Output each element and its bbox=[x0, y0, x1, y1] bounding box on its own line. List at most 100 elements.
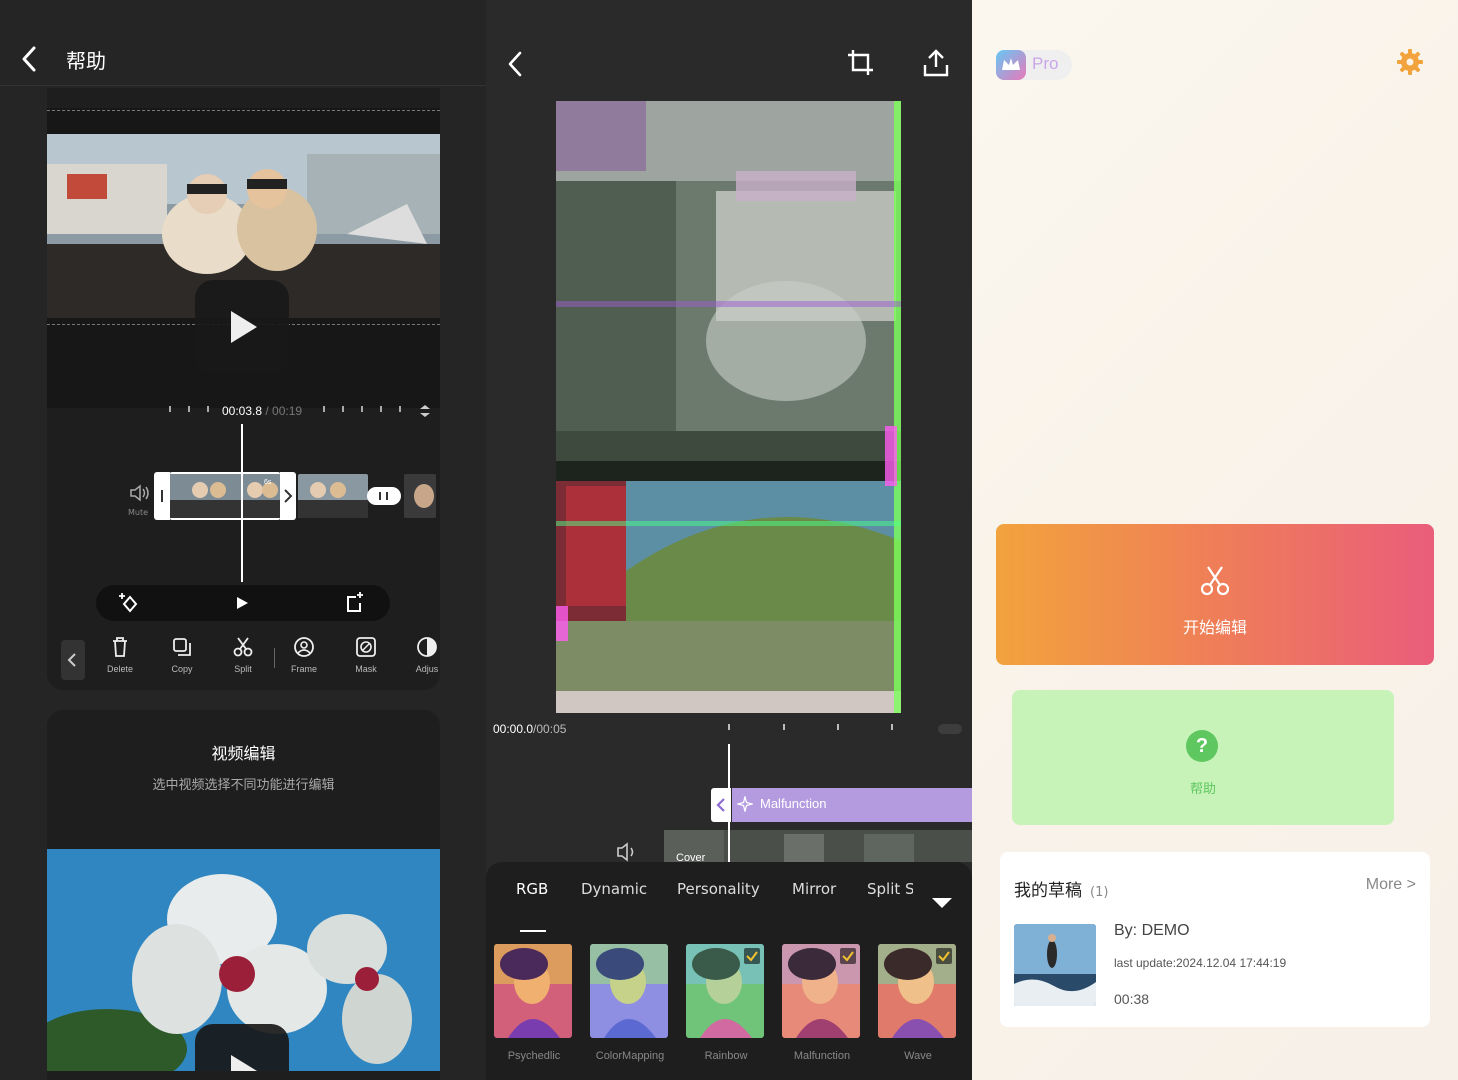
pro-label: Pro bbox=[1032, 54, 1059, 73]
speaker-icon[interactable] bbox=[616, 842, 640, 862]
total-time: / 00:19 bbox=[265, 404, 303, 418]
filter-label: ColorMapping bbox=[595, 1050, 665, 1062]
effect-editor-panel: 00:00.0/00:05 Malfunction Cover RGB Dyna… bbox=[486, 0, 972, 1080]
current-time: 00:00.0 bbox=[493, 722, 534, 736]
transition-button[interactable] bbox=[367, 487, 401, 505]
tool-label: Frame bbox=[290, 664, 317, 674]
video-preview[interactable] bbox=[47, 108, 440, 408]
draft-updated: last update:2024.12.04 17:44:19 bbox=[1114, 956, 1287, 970]
gear-icon[interactable] bbox=[1396, 48, 1424, 76]
ruler-tick bbox=[361, 406, 363, 412]
draft-thumbnail[interactable] bbox=[1014, 924, 1096, 1006]
filter-colormapping[interactable]: ColorMapping bbox=[590, 944, 670, 1062]
play-icon bbox=[231, 1055, 257, 1071]
start-edit-button[interactable]: 开始编辑 bbox=[996, 524, 1434, 665]
drafts-title-text: 我的草稿 bbox=[1014, 881, 1082, 901]
adjust-button[interactable]: Adjus bbox=[397, 636, 440, 674]
play-icon[interactable] bbox=[237, 597, 248, 609]
tool-label: Delete bbox=[106, 664, 133, 674]
tool-label: Split bbox=[234, 664, 252, 674]
tool-label: Copy bbox=[171, 664, 193, 674]
mask-icon bbox=[356, 637, 376, 657]
speaker-icon[interactable] bbox=[129, 484, 151, 502]
clip-thumbnail[interactable] bbox=[298, 474, 368, 518]
tool-label: Adjus bbox=[415, 664, 439, 674]
playhead[interactable] bbox=[241, 424, 243, 582]
total-time: /00:05 bbox=[533, 722, 567, 736]
filter-label: Malfunction bbox=[793, 1050, 851, 1062]
start-edit-label: 开始编辑 bbox=[1182, 618, 1247, 637]
video-edit-help-card: 视频编辑 选中视频选择不同功能进行编辑 bbox=[47, 710, 440, 1080]
frame-icon bbox=[294, 637, 314, 657]
toolbar-back-button[interactable] bbox=[61, 640, 85, 680]
play-button[interactable] bbox=[195, 280, 289, 374]
trim-handle-right[interactable] bbox=[280, 472, 296, 520]
help-button[interactable]: ? 帮助 bbox=[1012, 690, 1394, 825]
rotate-add-icon[interactable] bbox=[342, 591, 366, 615]
delete-button[interactable]: Delete bbox=[90, 636, 150, 674]
filter-thumbnail bbox=[878, 944, 956, 1038]
play-button[interactable] bbox=[195, 1024, 289, 1071]
ruler-tick bbox=[728, 724, 730, 730]
filter-psychedlic[interactable]: Psychedlic bbox=[494, 944, 574, 1062]
back-arrow-icon[interactable] bbox=[506, 50, 524, 78]
draft-duration: 00:38 bbox=[1114, 991, 1150, 1007]
clip-thumbnail[interactable] bbox=[404, 474, 436, 518]
clip-toolbar: Delete Copy Split Frame Mask Adjus bbox=[47, 636, 440, 690]
filter-thumbnail bbox=[782, 944, 860, 1038]
current-time: 00:03.8 bbox=[222, 404, 263, 418]
glitch-preview[interactable] bbox=[556, 101, 901, 713]
ruler-tick bbox=[891, 724, 893, 730]
tab-rgb[interactable]: RGB bbox=[516, 880, 548, 898]
draft-author: By: DEMO bbox=[1114, 922, 1190, 939]
check-icon bbox=[840, 948, 856, 964]
trash-icon bbox=[113, 637, 127, 657]
editor-time: 00:00.0/00:05 bbox=[493, 722, 566, 736]
adjust-icon bbox=[417, 637, 437, 657]
drafts-more-link[interactable]: More > bbox=[1366, 876, 1416, 894]
mask-button[interactable]: Mask bbox=[336, 636, 396, 674]
frame-button[interactable]: Frame bbox=[274, 636, 334, 674]
chevron-down-icon[interactable] bbox=[932, 898, 952, 908]
mute-label: Mute bbox=[128, 508, 149, 517]
copy-icon bbox=[173, 638, 191, 656]
tab-mirror[interactable]: Mirror bbox=[792, 880, 836, 898]
keyframe-add-icon[interactable] bbox=[118, 591, 142, 615]
playhead[interactable] bbox=[728, 744, 730, 864]
effect-name: Malfunction bbox=[760, 796, 827, 811]
filter-rainbow[interactable]: Rainbow bbox=[686, 944, 766, 1062]
timeline-time: 00:03.8 / 00:19 bbox=[222, 404, 302, 418]
ruler-tick bbox=[207, 406, 209, 412]
tab-split[interactable]: Split S bbox=[867, 880, 913, 898]
zoom-toggle[interactable] bbox=[938, 724, 962, 734]
drafts-card: 我的草稿 (1) More > By: DEMO last update:2024… bbox=[1000, 852, 1430, 1027]
video-frame-flower[interactable] bbox=[47, 849, 440, 1071]
ruler-tick bbox=[399, 406, 401, 412]
drafts-title: 我的草稿 (1) bbox=[1014, 876, 1108, 901]
question-icon: ? bbox=[1186, 730, 1218, 762]
clip-strip[interactable]: 6s bbox=[154, 472, 436, 520]
filter-wave[interactable]: Wave bbox=[878, 944, 958, 1062]
tab-personality[interactable]: Personality bbox=[677, 880, 760, 898]
tab-dynamic[interactable]: Dynamic bbox=[581, 880, 647, 898]
crop-icon[interactable] bbox=[846, 48, 876, 78]
page-title: 帮助 bbox=[66, 49, 106, 73]
check-icon bbox=[744, 948, 760, 964]
trim-handle-left[interactable] bbox=[154, 472, 170, 520]
help-panel: 帮助 00:03.8 / 00:19 Mute 6s Delete Copy S… bbox=[0, 0, 486, 1080]
filter-malfunction[interactable]: Malfunction bbox=[782, 944, 862, 1062]
back-arrow-icon[interactable] bbox=[18, 44, 42, 74]
ruler-tick bbox=[169, 406, 171, 412]
filter-label: Rainbow bbox=[704, 1050, 748, 1062]
playback-control-bar bbox=[96, 585, 390, 621]
sparkle-icon bbox=[737, 796, 753, 812]
pro-badge[interactable]: Pro bbox=[996, 50, 1072, 80]
filter-thumbnail bbox=[590, 944, 668, 1038]
selected-clip[interactable]: 6s bbox=[170, 472, 280, 520]
export-icon[interactable] bbox=[922, 48, 950, 78]
expand-icon[interactable] bbox=[419, 404, 431, 418]
copy-button[interactable]: Copy bbox=[152, 636, 212, 674]
help-label: 帮助 bbox=[1189, 782, 1216, 797]
video-track-clip[interactable] bbox=[664, 830, 972, 862]
split-button[interactable]: Split bbox=[213, 636, 273, 674]
